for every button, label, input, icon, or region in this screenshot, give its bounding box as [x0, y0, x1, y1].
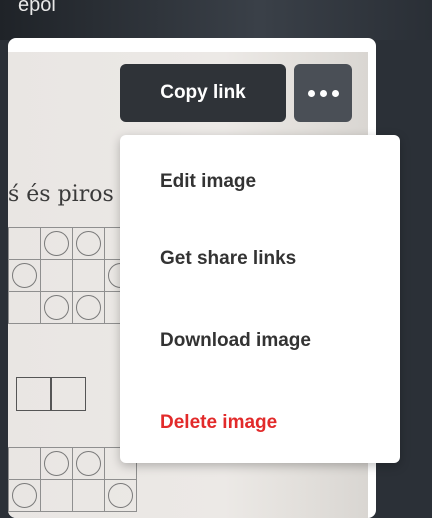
worksheet-rectangle: [16, 377, 86, 411]
menu-item-download-image[interactable]: Download image: [160, 330, 311, 352]
page-header-background: epoi: [0, 0, 432, 40]
more-options-menu: Edit image Get share links Download imag…: [120, 135, 400, 463]
menu-item-delete-image[interactable]: Delete image: [160, 412, 277, 434]
worksheet-grid-2: [8, 447, 137, 512]
copy-link-button[interactable]: Copy link: [120, 64, 286, 122]
more-options-button[interactable]: [294, 64, 352, 122]
image-text-fragment: ś és piros s: [8, 182, 133, 207]
menu-item-edit-image[interactable]: Edit image: [160, 171, 256, 193]
more-dots-icon: [307, 89, 339, 97]
menu-item-get-share-links[interactable]: Get share links: [160, 248, 296, 270]
background-text: epoi: [18, 0, 56, 16]
worksheet-grid-1: [8, 227, 137, 324]
